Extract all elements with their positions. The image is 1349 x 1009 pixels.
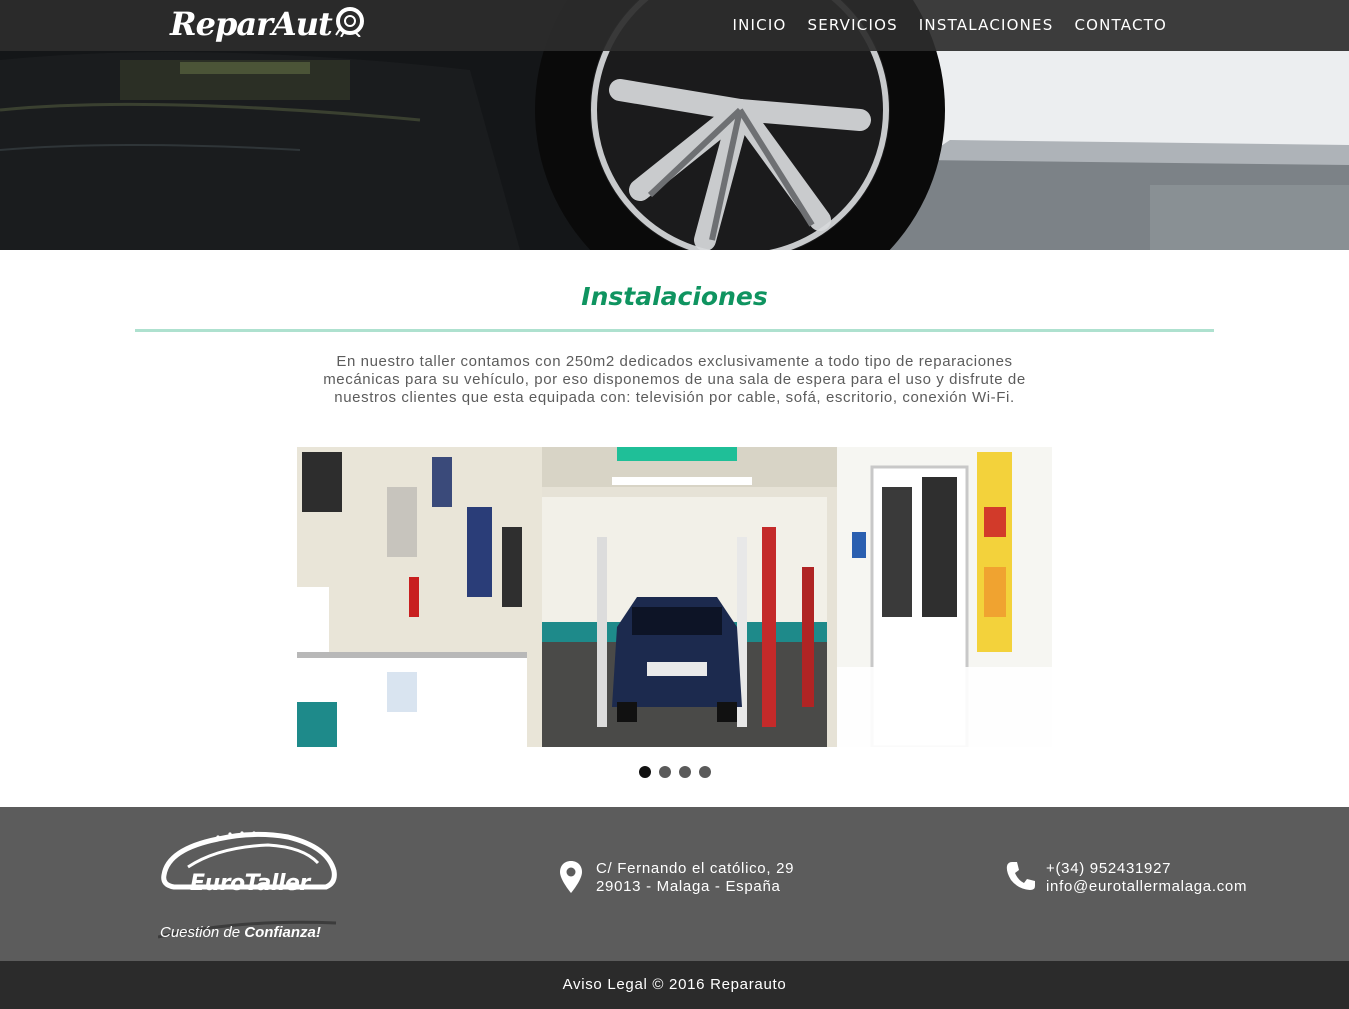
brand-tagline-bold: Confianza! bbox=[244, 924, 321, 941]
brand-name: EuroTaller bbox=[190, 871, 310, 896]
map-pin-icon bbox=[559, 860, 583, 899]
email-link[interactable]: info@eurotallermalaga.com bbox=[1046, 878, 1247, 896]
intro-paragraph: En nuestro taller contamos con 250m2 ded… bbox=[323, 353, 1026, 406]
tire-icon bbox=[334, 5, 366, 42]
nav-instalaciones-link[interactable]: INSTALACIONES bbox=[919, 16, 1054, 34]
brand-tagline-prefix: Cuestión de bbox=[160, 924, 245, 941]
footer: EuroTaller Cuestión de Confianza! C/ Fer… bbox=[0, 807, 1349, 961]
workshop-photo bbox=[297, 447, 1052, 747]
address-line-2: 29013 - Malaga - España bbox=[596, 878, 781, 895]
nav-inicio-link[interactable]: INICIO bbox=[733, 16, 787, 34]
nav-servicios-link[interactable]: SERVICIOS bbox=[807, 16, 897, 34]
slider-dot-2[interactable] bbox=[658, 766, 671, 778]
contact-block: +(34) 952431927 info@eurotallermalaga.co… bbox=[1046, 860, 1247, 896]
slider-pagination bbox=[0, 766, 1349, 778]
copyright-bar: Aviso Legal © 2016 Reparauto bbox=[0, 961, 1349, 1009]
phone-icon bbox=[1005, 860, 1037, 897]
brand-tagline: Cuestión de Confianza! bbox=[160, 924, 321, 941]
phone-number[interactable]: +(34) 952431927 bbox=[1046, 860, 1247, 878]
address-line-1: C/ Fernando el católico, 29 bbox=[596, 860, 795, 877]
logo-text: ReparAut bbox=[170, 5, 333, 43]
copyright-text[interactable]: Aviso Legal © 2016 Reparauto bbox=[563, 976, 787, 993]
slider-dot-4[interactable] bbox=[698, 766, 711, 778]
main-nav: INICIO SERVICIOS INSTALACIONES CONTACTO bbox=[733, 16, 1168, 34]
top-navbar: ReparAut INICIO SERVICIOS INSTALACIONES … bbox=[0, 0, 1349, 51]
nav-contacto-link[interactable]: CONTACTO bbox=[1074, 16, 1167, 34]
eurotaller-logo[interactable]: EuroTaller Cuestión de Confianza! bbox=[158, 827, 338, 941]
title-divider bbox=[135, 329, 1214, 332]
reparauto-logo[interactable]: ReparAut bbox=[170, 2, 366, 46]
section-title: Instalaciones bbox=[581, 282, 768, 311]
slider-dot-3[interactable] bbox=[678, 766, 691, 778]
gallery-slider[interactable] bbox=[297, 447, 1052, 747]
address-block: C/ Fernando el católico, 29 29013 - Mala… bbox=[596, 860, 794, 896]
slider-dot-1[interactable] bbox=[638, 766, 651, 778]
